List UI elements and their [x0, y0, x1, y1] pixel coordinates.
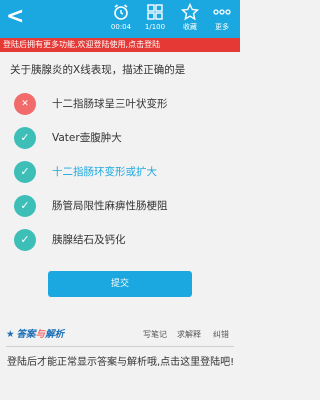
favorite-label: 收藏 — [183, 23, 197, 31]
checkmark-icon: ✓ — [14, 127, 36, 149]
ask-explain-link[interactable]: 求解释 — [177, 328, 201, 342]
answer-title: ★ 答案与解析 — [6, 328, 64, 342]
divider — [6, 346, 234, 347]
alarm-clock-icon — [114, 4, 128, 20]
option-5[interactable]: ✓ 胰腺结石及钙化 — [14, 229, 224, 251]
login-banner[interactable]: 登陆后拥有更多功能,欢迎登陆使用,点击登陆 — [0, 38, 240, 52]
timer-label: 00:04 — [110, 23, 132, 31]
favorite-button[interactable]: 收藏 — [172, 2, 208, 36]
checkmark-icon: ✓ — [14, 229, 36, 251]
option-1-text: 十二指肠球呈三叶状变形 — [52, 98, 168, 110]
login-tip[interactable]: 登陆后才能正常显示答案与解析哦,点击这里登陆吧! — [7, 355, 235, 371]
checkmark-icon: ✓ — [14, 161, 36, 183]
option-3-text: 十二指肠环变形或扩大 — [52, 166, 157, 178]
answer-title-part2: 与 — [35, 329, 46, 340]
write-note-link[interactable]: 写笔记 — [143, 328, 167, 342]
option-5-text: 胰腺结石及钙化 — [52, 234, 126, 246]
option-4[interactable]: ✓ 肠管局限性麻痹性肠梗阻 — [14, 195, 224, 217]
more-dots-icon — [213, 9, 231, 15]
option-2[interactable]: ✓ Vater壶腹肿大 — [14, 127, 224, 149]
back-button[interactable]: < — [6, 6, 28, 30]
top-toolbar: < 00:04 1/100 收藏 更多 — [0, 0, 240, 38]
close-icon: ✕ — [14, 93, 36, 115]
star-icon — [181, 3, 199, 21]
question-text: 关于胰腺炎的X线表现，描述正确的是 — [10, 64, 186, 76]
more-label: 更多 — [215, 23, 229, 31]
star-icon: ★ — [6, 329, 15, 340]
answer-title-part1: 答案 — [16, 329, 36, 340]
grid-icon — [147, 4, 163, 20]
option-3[interactable]: ✓ 十二指肠环变形或扩大 — [14, 161, 224, 183]
option-2-text: Vater壶腹肿大 — [52, 132, 122, 144]
more-button[interactable]: 更多 — [204, 2, 240, 36]
option-4-text: 肠管局限性麻痹性肠梗阻 — [52, 200, 168, 212]
progress-label: 1/100 — [144, 23, 166, 31]
timer-button[interactable]: 00:04 — [103, 2, 139, 36]
answer-title-part3: 解析 — [45, 329, 65, 340]
answer-header: ★ 答案与解析 写笔记 求解释 纠错 — [6, 328, 234, 342]
back-arrow-icon: < — [6, 4, 25, 29]
checkmark-icon: ✓ — [14, 195, 36, 217]
submit-button[interactable]: 提交 — [48, 271, 192, 297]
report-error-link[interactable]: 纠错 — [213, 328, 229, 342]
option-1[interactable]: ✕ 十二指肠球呈三叶状变形 — [14, 93, 224, 115]
progress-button[interactable]: 1/100 — [137, 2, 173, 36]
